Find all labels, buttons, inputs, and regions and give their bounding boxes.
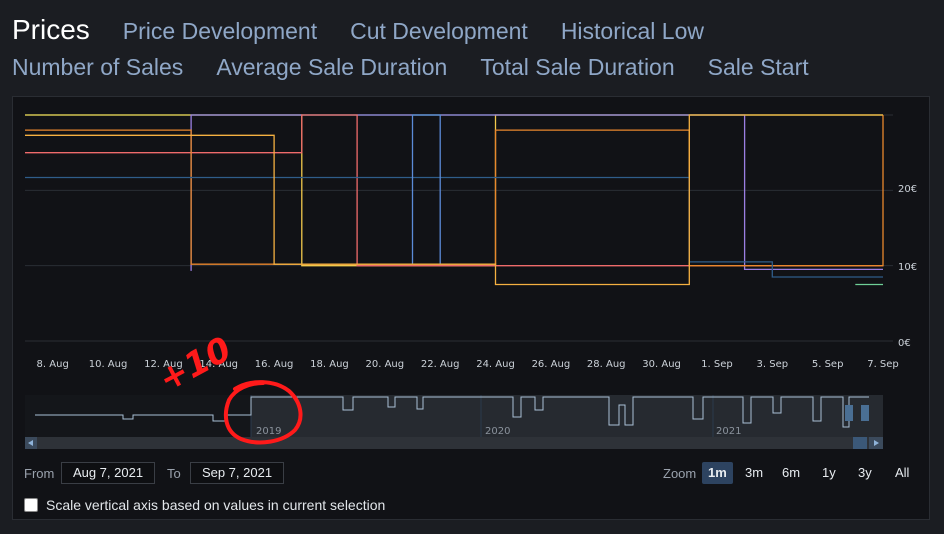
x-tick-label: 7. Sep [867,359,899,370]
nav-year-2019: 2019 [256,426,281,437]
scale-option[interactable]: Scale vertical axis based on values in c… [24,496,385,514]
nav-year-2021: 2021 [716,426,741,437]
tab-cut-development[interactable]: Cut Development [350,18,528,45]
tab-average-sale-duration[interactable]: Average Sale Duration [216,54,447,81]
x-tick-label: 1. Sep [701,359,733,370]
y-axis: 0€ 10€ 20€ [898,184,917,349]
zoom-1m-button[interactable]: 1m [702,462,733,484]
series-group [25,114,884,286]
x-tick-label: 30. Aug [642,359,681,370]
x-tick-label: 8. Aug [37,359,69,370]
tab-price-development[interactable]: Price Development [123,18,317,45]
series-line-6 [25,176,883,278]
from-date-input[interactable]: Aug 7, 2021 [61,462,155,484]
annotation-text: +10 [152,329,238,400]
chart-tabs: Prices Price Development Cut Development… [12,14,932,94]
tab-row-2: Number of Sales Average Sale Duration To… [12,54,932,94]
x-tick-label: 10. Aug [89,359,128,370]
x-tick-label: 26. Aug [532,359,571,370]
y-tick-20: 20€ [898,184,917,195]
range-controls: From Aug 7, 2021 To Sep 7, 2021 Zoom 1m … [22,462,918,486]
tab-row-1: Prices Price Development Cut Development… [12,14,932,54]
navigator-selection[interactable] [251,395,883,437]
price-chart[interactable]: 0€ 10€ 20€ 8. Aug 10. Aug 12. Aug 14. Aug 16… [13,97,929,519]
x-tick-label: 28. Aug [587,359,626,370]
series-line-3 [190,114,883,271]
navigator-handle-right[interactable] [861,405,869,421]
zoom-3y-button[interactable]: 3y [852,462,878,484]
zoom-3m-button[interactable]: 3m [739,462,769,484]
x-tick-label: 5. Sep [812,359,844,370]
tab-number-of-sales[interactable]: Number of Sales [12,54,183,81]
scale-axis-label: Scale vertical axis based on values in c… [46,497,386,513]
to-label: To [167,466,181,481]
chart-frame: 0€ 10€ 20€ 8. Aug 10. Aug 12. Aug 14. Aug 16… [12,96,930,520]
zoom-6m-button[interactable]: 6m [776,462,806,484]
scrollbar-thumb[interactable] [853,437,867,449]
scale-axis-checkbox[interactable] [24,498,38,512]
tab-sale-start[interactable]: Sale Start [708,54,809,81]
x-tick-label: 22. Aug [421,359,460,370]
scrollbar-track[interactable] [25,437,883,449]
y-tick-10: 10€ [898,262,917,273]
from-label: From [24,466,55,481]
tab-total-sale-duration[interactable]: Total Sale Duration [480,54,674,81]
to-date-input[interactable]: Sep 7, 2021 [190,462,284,484]
series-line-8 [25,114,883,286]
x-tick-label: 3. Sep [757,359,789,370]
zoom-all-button[interactable]: All [889,462,915,484]
zoom-label: Zoom [663,466,697,481]
navigator-handle-left[interactable] [845,405,853,421]
series-line-7 [411,114,441,265]
navigator[interactable]: 2019 2020 2021 [25,395,883,449]
tab-historical-low[interactable]: Historical Low [561,18,704,45]
x-tick-label: 20. Aug [366,359,405,370]
x-tick-label: 18. Aug [310,359,349,370]
nav-year-2020: 2020 [485,426,510,437]
y-tick-0: 0€ [898,338,911,349]
zoom-1y-button[interactable]: 1y [816,462,842,484]
x-tick-label: 24. Aug [476,359,515,370]
grid-lines [25,114,893,342]
tab-prices[interactable]: Prices [12,14,90,46]
x-tick-label: 16. Aug [255,359,294,370]
